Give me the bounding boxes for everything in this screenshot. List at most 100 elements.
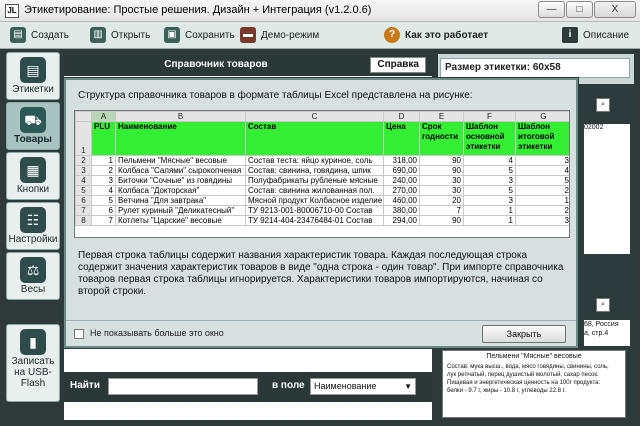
table-cell: Рулет куриный "Деликатесный": [115, 205, 246, 216]
sidebar-item-scales[interactable]: ⚖ Весы: [6, 252, 60, 300]
table-cell: 1: [463, 215, 516, 226]
corner-cell: [75, 111, 92, 122]
table-row: 6 5 Ветчина "Для завтрака" Мясной продукт К…: [75, 195, 569, 206]
sliders-icon: ☷: [20, 207, 46, 233]
table-cell: 294,00: [383, 215, 420, 226]
chevron-down-icon: ▼: [404, 382, 412, 391]
table-row: 8 7 Котлеты "Царские" весовые ТУ 9214-404-2…: [75, 215, 569, 226]
sheet-body: 2 1 Пельмени "Мясные" весовые Состав теста:…: [75, 155, 569, 226]
dialog-heading: Структура справочника товаров в формате …: [78, 90, 473, 101]
header-cell: Срок годности: [419, 121, 464, 156]
label-peek-top: 02002: [584, 124, 630, 254]
demo-label: Демо-режим: [261, 29, 320, 41]
table-cell: 90: [419, 165, 464, 176]
close-window-button[interactable]: X: [594, 1, 636, 18]
table-cell: 1: [515, 195, 569, 206]
label-peek-mid-line-1: 68, Россия: [584, 321, 619, 328]
table-cell: 4: [463, 155, 516, 166]
sidebar-item-label: Настройки: [8, 234, 58, 245]
column-letter: G: [515, 111, 569, 122]
open-folder-icon: ▥: [90, 27, 106, 43]
table-cell: 4: [515, 165, 569, 176]
label-preview-line: Состав: мука высш., вода, мясо говядины,…: [447, 364, 609, 370]
table-cell: 318,00: [383, 155, 420, 166]
table-cell: Пельмени "Мясные" весовые: [115, 155, 246, 166]
new-file-icon: ▤: [10, 27, 26, 43]
label-peek-mid: 68, Россия а, стр.4: [584, 320, 630, 346]
save-label: Сохранить: [185, 29, 235, 41]
search-input[interactable]: [108, 378, 258, 395]
demo-mode-button[interactable]: ▬ Демо-режим: [240, 27, 319, 43]
table-cell: 6: [91, 205, 116, 216]
sidebar-item-label: Товары: [14, 134, 52, 145]
sidebar-item-label: Кнопки: [16, 184, 50, 195]
label-preview-line: белки - 9.7 г, жиры - 10.8 г, углеводы 2…: [447, 388, 566, 394]
description-label: Описание: [583, 29, 630, 41]
table-cell: Ветчина "Для завтрака": [115, 195, 246, 206]
table-row: 3 2 Колбаса "Салями" сырокопченая Состав: с…: [75, 165, 569, 176]
excel-table: A B C D E F G 1 PLU Наименование Состав …: [75, 111, 569, 226]
demo-book-icon: ▬: [240, 27, 256, 43]
table-cell: Колбаса "Салями" сырокопченая: [115, 165, 246, 176]
table-cell: 2: [515, 205, 569, 216]
table-cell: 30: [419, 185, 464, 196]
sidebar-item-label: Весы: [20, 284, 46, 295]
description-button[interactable]: i Описание: [562, 27, 629, 43]
row-number: 4: [75, 175, 92, 186]
sidebar: ▤ Этикетки ⛟ Товары ▦ Кнопки ☷ Настройки…: [6, 52, 60, 420]
sidebar-item-goods[interactable]: ⛟ Товары: [6, 102, 60, 150]
table-cell: 90: [419, 155, 464, 166]
open-button[interactable]: ▥ Открыть: [90, 27, 150, 43]
row-number: 8: [75, 215, 92, 226]
table-cell: 5: [463, 165, 516, 176]
help-question-icon: ?: [384, 27, 400, 43]
table-cell: 7: [419, 205, 464, 216]
sidebar-item-labels[interactable]: ▤ Этикетки: [6, 52, 60, 100]
header-cell: Цена: [383, 121, 420, 156]
row-number: 2: [75, 155, 92, 166]
row-number: 6: [75, 195, 92, 206]
table-cell: 2: [91, 165, 116, 176]
field-select[interactable]: Наименование ▼: [310, 378, 416, 395]
help-button[interactable]: Справка: [370, 57, 426, 73]
scales-icon: ⚖: [20, 257, 46, 283]
column-letter: B: [115, 111, 246, 122]
minimize-button[interactable]: —: [538, 1, 565, 18]
window-title: Этикетирование: Простые решения. Дизайн …: [24, 4, 372, 16]
table-cell: 380,00: [383, 205, 420, 216]
table-cell: 5: [91, 195, 116, 206]
table-cell: Колбаса "Докторская": [115, 185, 246, 196]
field-select-value: Наименование: [314, 381, 377, 391]
save-button[interactable]: ▣ Сохранить: [164, 27, 235, 43]
create-button[interactable]: ▤ Создать: [10, 27, 69, 43]
label-size: Размер этикетки: 60x58: [440, 58, 630, 78]
row-number: 1: [75, 121, 92, 156]
close-dialog-button[interactable]: Закрыть: [482, 325, 566, 343]
table-cell: 2: [515, 185, 569, 196]
dont-show-checkbox[interactable]: [74, 329, 84, 339]
sidebar-item-buttons[interactable]: ▦ Кнопки: [6, 152, 60, 200]
zoom-icon[interactable]: ⌕: [596, 98, 610, 112]
maximize-button[interactable]: □: [566, 1, 593, 18]
zoom-icon-2[interactable]: ⌕: [596, 298, 610, 312]
table-cell: 3: [463, 195, 516, 206]
sidebar-item-settings[interactable]: ☷ Настройки: [6, 202, 60, 250]
header-row: 1 PLU Наименование Состав Цена Срок годн…: [75, 121, 569, 156]
how-it-works-button[interactable]: ? Как это работает: [384, 27, 488, 43]
panel-title: Справочник товаров: [164, 59, 268, 70]
table-cell: 5: [463, 185, 516, 196]
row-number: 3: [75, 165, 92, 176]
dont-show-label: Не показывать больше это окно: [90, 328, 224, 338]
table-cell: 270,00: [383, 185, 420, 196]
sidebar-item-usb[interactable]: ▮ Записать на USB-Flash: [6, 324, 60, 402]
label-sheet-icon: ▤: [20, 57, 46, 83]
create-label: Создать: [31, 29, 70, 41]
table-cell: 3: [515, 215, 569, 226]
row-number: 7: [75, 205, 92, 216]
table-cell: 460,00: [383, 195, 420, 206]
column-letter: E: [419, 111, 464, 122]
column-letter: C: [245, 111, 384, 122]
shopping-cart-icon: ⛟: [20, 107, 46, 133]
app-logo-icon: JL: [5, 4, 19, 18]
table-row: 2 1 Пельмени "Мясные" весовые Состав теста:…: [75, 155, 569, 166]
